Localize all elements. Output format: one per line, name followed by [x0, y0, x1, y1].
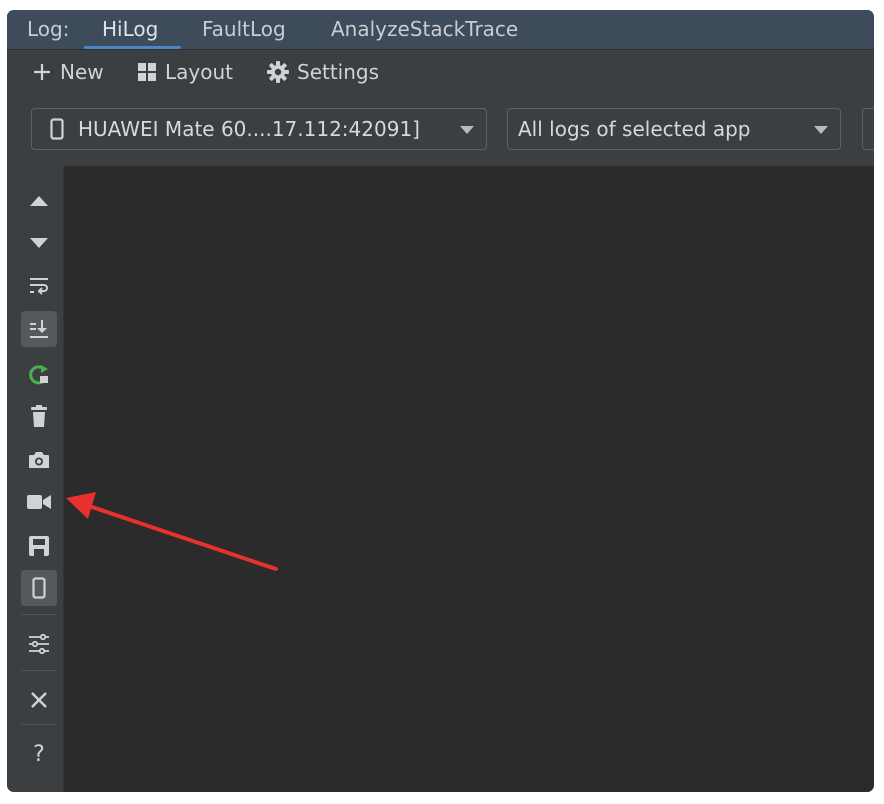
chevron-down-icon: [814, 126, 828, 134]
tab-faultlog[interactable]: FaultLog: [202, 17, 286, 41]
scroll-down-icon[interactable]: [21, 225, 57, 261]
log-tab-bar: Log: HiLog FaultLog AnalyzeStackTrace: [7, 10, 874, 50]
help-icon[interactable]: ?: [21, 736, 57, 772]
scroll-up-icon[interactable]: [21, 183, 57, 219]
log-level-select[interactable]: [862, 108, 874, 150]
layout-grid-icon: [137, 62, 157, 82]
tab-analyze-stack-trace[interactable]: AnalyzeStackTrace: [331, 17, 518, 41]
active-tab-indicator: [84, 46, 181, 49]
filter-settings-icon[interactable]: [21, 626, 57, 662]
close-icon[interactable]: [21, 682, 57, 718]
chevron-down-icon: [460, 126, 474, 134]
save-icon[interactable]: [21, 528, 57, 564]
tab-hilog[interactable]: HiLog: [102, 17, 158, 41]
scroll-to-end-icon[interactable]: [21, 311, 57, 347]
screenshot-icon[interactable]: [21, 442, 57, 478]
clear-log-icon[interactable]: [21, 398, 57, 434]
log-scope-select[interactable]: All logs of selected app: [507, 108, 841, 150]
log-title-label: Log:: [27, 17, 70, 41]
device-select[interactable]: HUAWEI Mate 60....17.112:42091]: [31, 108, 487, 150]
restart-icon[interactable]: [21, 356, 57, 392]
layout-label: Layout: [165, 60, 233, 84]
device-select-value: HUAWEI Mate 60....17.112:42091]: [78, 117, 420, 141]
toolbar-divider: [21, 724, 57, 725]
log-tool-window: Log: HiLog FaultLog AnalyzeStackTrace Ne…: [7, 10, 874, 792]
log-output-area[interactable]: [64, 166, 874, 792]
screen-record-icon[interactable]: [21, 484, 57, 520]
device-icon[interactable]: [21, 570, 57, 606]
plus-icon: [32, 62, 52, 82]
toolbar-divider: [21, 614, 57, 615]
new-label: New: [60, 60, 104, 84]
log-filter-bar: HUAWEI Mate 60....17.112:42091] All logs…: [7, 94, 874, 166]
log-toolbar: New Layout Settings: [7, 50, 874, 94]
settings-button[interactable]: Settings: [267, 59, 379, 85]
log-side-toolbar: ?: [7, 166, 64, 792]
new-button[interactable]: New: [32, 59, 104, 85]
toolbar-divider: [21, 670, 57, 671]
gear-icon: [267, 61, 289, 83]
soft-wrap-icon[interactable]: [21, 268, 57, 304]
layout-button[interactable]: Layout: [137, 59, 233, 85]
settings-label: Settings: [297, 60, 380, 84]
log-scope-select-value: All logs of selected app: [518, 117, 751, 141]
phone-icon: [50, 118, 64, 140]
